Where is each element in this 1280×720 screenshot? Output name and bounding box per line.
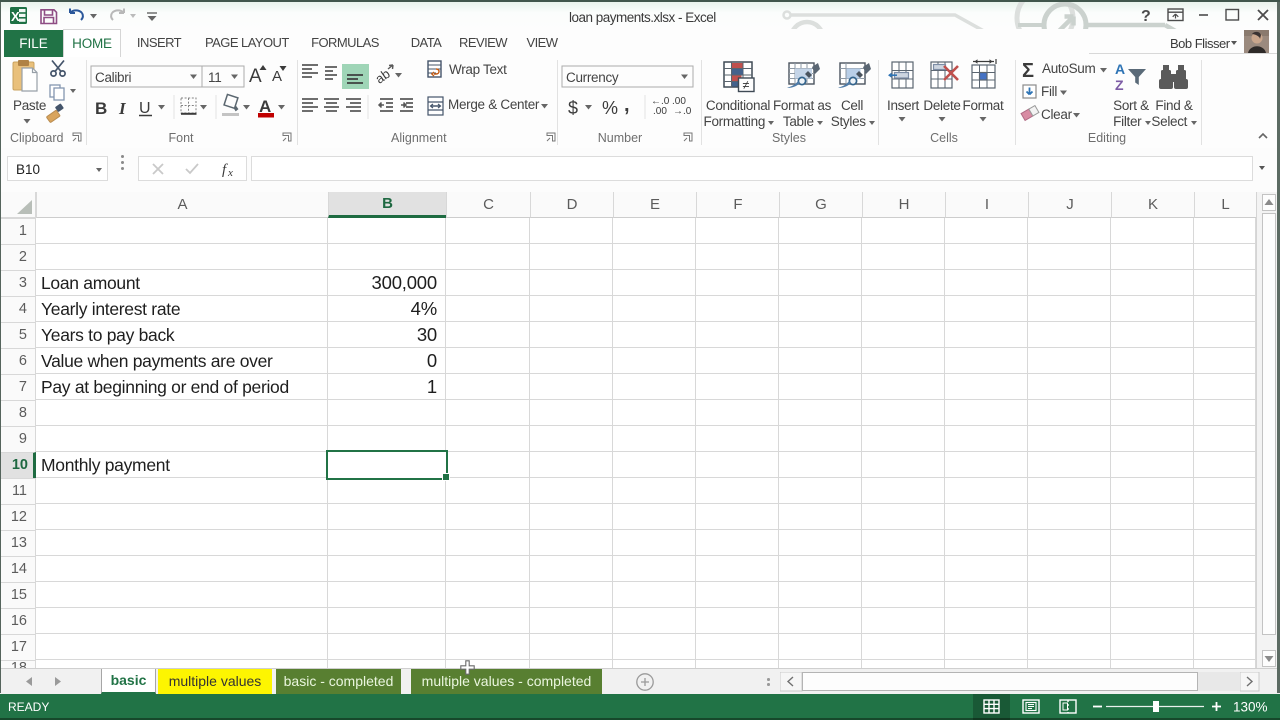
svg-text:A: A: [272, 68, 282, 85]
svg-text:130%: 130%: [1233, 700, 1268, 715]
svg-text:X: X: [11, 9, 20, 24]
svg-text:→.0: →.0: [673, 106, 692, 117]
svg-text:≠: ≠: [743, 78, 750, 92]
svg-text:?: ?: [1141, 8, 1151, 25]
svg-text:ab: ab: [372, 66, 392, 87]
svg-text:Z: Z: [1115, 77, 1124, 93]
svg-text:U: U: [139, 100, 151, 117]
svg-text:%: %: [602, 98, 618, 118]
svg-text:x: x: [227, 167, 233, 179]
svg-text:$: $: [568, 98, 578, 118]
svg-text:Σ: Σ: [1022, 60, 1034, 82]
svg-text:,: ,: [624, 94, 630, 116]
svg-text:A: A: [1115, 61, 1125, 77]
svg-text:B: B: [95, 99, 107, 118]
svg-text:.00: .00: [653, 106, 667, 117]
svg-text:I: I: [118, 99, 127, 118]
svg-text:A: A: [249, 66, 262, 87]
